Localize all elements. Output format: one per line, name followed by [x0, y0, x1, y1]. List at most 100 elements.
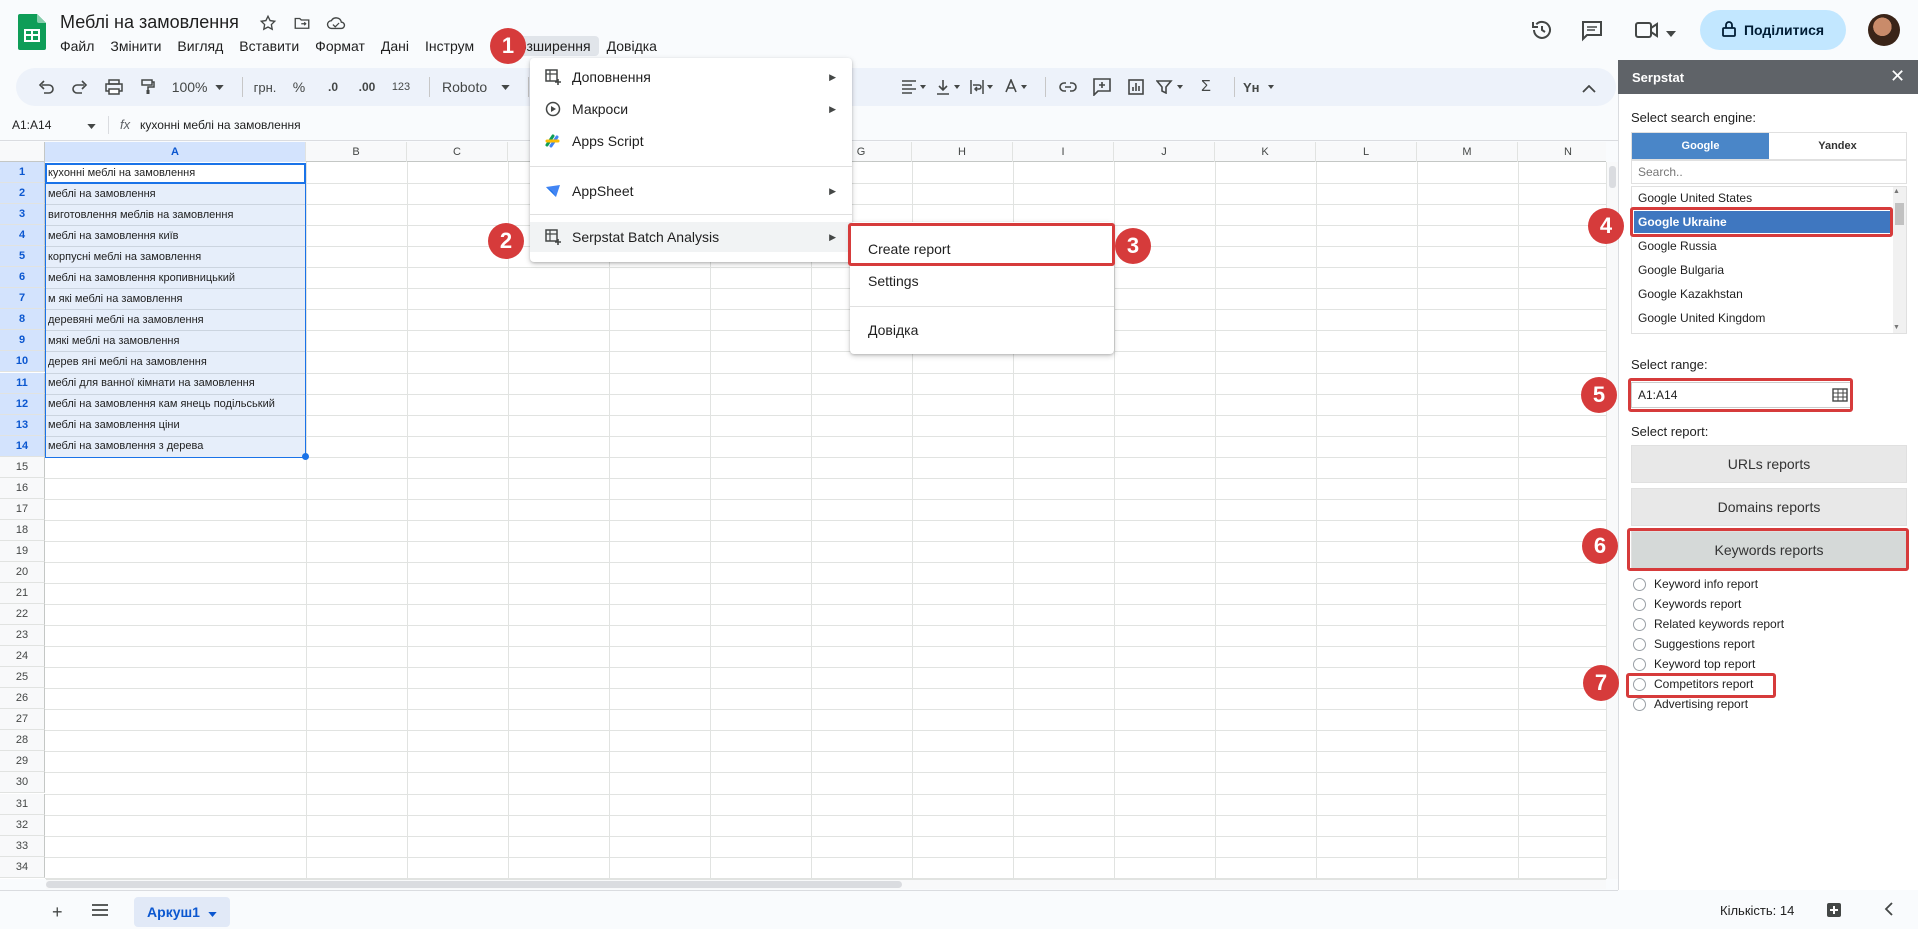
fill-handle[interactable]: [302, 452, 309, 460]
report-option[interactable]: Related keywords report: [1633, 617, 1784, 631]
input-tools-icon[interactable]: Yн: [1243, 73, 1277, 101]
row-header-2[interactable]: 2: [0, 183, 45, 205]
font-select[interactable]: Roboto: [438, 73, 514, 101]
cell-a6[interactable]: меблі на замовлення кропивницький: [46, 267, 305, 288]
cell-a10[interactable]: дерев яні меблі на замовлення: [46, 351, 305, 372]
urls-reports-button[interactable]: URLs reports: [1631, 445, 1907, 483]
percent-format-button[interactable]: %: [285, 73, 313, 101]
cell-a7[interactable]: м які меблі на замовлення: [46, 288, 305, 309]
cell-a3[interactable]: виготовлення меблів на замовлення: [46, 204, 305, 225]
row-header-30[interactable]: 30: [0, 772, 45, 794]
filter-icon[interactable]: [1156, 73, 1186, 101]
radio-icon[interactable]: [1633, 577, 1646, 591]
radio-icon[interactable]: [1633, 697, 1646, 711]
align-horizontal-icon[interactable]: [901, 73, 929, 101]
close-icon[interactable]: ✕: [1890, 66, 1905, 87]
column-header-a[interactable]: A: [45, 142, 306, 162]
scroll-up-icon[interactable]: ▲: [1893, 188, 1900, 195]
region-item[interactable]: Google Russia: [1638, 235, 1717, 257]
row-header-23[interactable]: 23: [0, 625, 45, 647]
name-box[interactable]: A1:A14: [12, 118, 97, 132]
cell-a11[interactable]: меблі для ванної кімнати на замовлення: [46, 373, 305, 394]
star-icon[interactable]: [258, 13, 278, 33]
avatar[interactable]: [1868, 14, 1900, 46]
radio-icon[interactable]: [1633, 597, 1646, 611]
column-header-i[interactable]: I: [1013, 142, 1114, 162]
report-option[interactable]: Suggestions report: [1633, 637, 1755, 651]
engine-tab-yandex[interactable]: Yandex: [1769, 133, 1906, 159]
row-header-4[interactable]: 4: [0, 225, 45, 247]
menu-item-appsheet[interactable]: AppSheet ▶: [530, 176, 852, 206]
row-header-9[interactable]: 9: [0, 330, 45, 352]
radio-icon[interactable]: [1633, 637, 1646, 651]
menu-item-apps-script[interactable]: Apps Script: [530, 126, 852, 156]
column-header-n[interactable]: N: [1518, 142, 1606, 162]
row-header-20[interactable]: 20: [0, 561, 45, 583]
report-option[interactable]: Keyword top report: [1633, 657, 1755, 671]
row-header-24[interactable]: 24: [0, 646, 45, 668]
row-header-14[interactable]: 14: [0, 435, 45, 457]
row-header-21[interactable]: 21: [0, 583, 45, 605]
collapse-toolbar-icon[interactable]: [1582, 80, 1596, 98]
row-header-6[interactable]: 6: [0, 267, 45, 289]
row-header-15[interactable]: 15: [0, 456, 45, 478]
paint-format-icon[interactable]: [134, 73, 162, 101]
cell-a4[interactable]: меблі на замовлення київ: [46, 225, 305, 246]
region-search-input[interactable]: Search..: [1631, 160, 1907, 184]
menu-view[interactable]: Вигляд: [169, 36, 231, 56]
collapse-panel-icon[interactable]: [1884, 902, 1894, 921]
document-title[interactable]: Меблі на замовлення: [60, 12, 239, 33]
row-header-12[interactable]: 12: [0, 393, 45, 415]
move-folder-icon[interactable]: [292, 13, 312, 33]
row-header-18[interactable]: 18: [0, 519, 45, 541]
cell-a12[interactable]: меблі на замовлення кам янець подільськи…: [46, 394, 305, 415]
row-header-19[interactable]: 19: [0, 540, 45, 562]
column-header-m[interactable]: M: [1417, 142, 1518, 162]
cell-a8[interactable]: деревяні меблі на замовлення: [46, 309, 305, 330]
row-header-16[interactable]: 16: [0, 477, 45, 499]
menu-format[interactable]: Формат: [307, 36, 373, 56]
region-list-scroll-thumb[interactable]: [1895, 203, 1904, 225]
row-header-13[interactable]: 13: [0, 414, 45, 436]
row-header-1[interactable]: 1: [0, 162, 45, 184]
insert-link-icon[interactable]: [1054, 73, 1082, 101]
functions-button[interactable]: Σ: [1192, 73, 1220, 101]
column-header-h[interactable]: H: [912, 142, 1013, 162]
cell-a9[interactable]: мякі меблі на замовлення: [46, 330, 305, 351]
share-button[interactable]: Поділитися: [1700, 10, 1846, 50]
sheets-logo-icon[interactable]: [18, 14, 46, 50]
selection-count[interactable]: Кількість: 14: [1720, 903, 1794, 918]
zoom-select[interactable]: 100%: [168, 73, 228, 101]
row-header-8[interactable]: 8: [0, 309, 45, 331]
column-header-j[interactable]: J: [1114, 142, 1215, 162]
report-option[interactable]: Advertising report: [1633, 697, 1748, 711]
row-header-29[interactable]: 29: [0, 751, 45, 773]
align-vertical-icon[interactable]: [935, 73, 963, 101]
menu-file[interactable]: Файл: [52, 36, 102, 56]
menu-help[interactable]: Довідка: [599, 36, 665, 56]
currency-format-button[interactable]: грн.: [251, 73, 279, 101]
menu-item-help[interactable]: Довідка: [850, 315, 1114, 345]
row-header-31[interactable]: 31: [0, 793, 45, 815]
row-header-7[interactable]: 7: [0, 288, 45, 310]
row-header-10[interactable]: 10: [0, 351, 45, 373]
row-header-17[interactable]: 17: [0, 498, 45, 520]
report-option[interactable]: Keyword info report: [1633, 577, 1758, 591]
radio-icon[interactable]: [1633, 657, 1646, 671]
text-rotation-icon[interactable]: [1003, 73, 1031, 101]
cell-a14[interactable]: меблі на замовлення з дерева: [46, 436, 305, 457]
menu-item-settings[interactable]: Settings: [850, 266, 1114, 296]
row-header-25[interactable]: 25: [0, 667, 45, 689]
more-formats-button[interactable]: 123: [387, 73, 415, 101]
insert-comment-icon[interactable]: [1088, 73, 1116, 101]
domains-reports-button[interactable]: Domains reports: [1631, 488, 1907, 526]
scroll-down-icon[interactable]: ▼: [1893, 324, 1900, 331]
cloud-status-icon[interactable]: [326, 13, 346, 33]
insert-chart-icon[interactable]: [1122, 73, 1150, 101]
column-header-b[interactable]: B: [306, 142, 407, 162]
version-history-icon[interactable]: [1530, 18, 1554, 47]
row-header-5[interactable]: 5: [0, 246, 45, 268]
row-header-22[interactable]: 22: [0, 604, 45, 626]
column-header-c[interactable]: C: [407, 142, 508, 162]
menu-data[interactable]: Дані: [373, 36, 417, 56]
